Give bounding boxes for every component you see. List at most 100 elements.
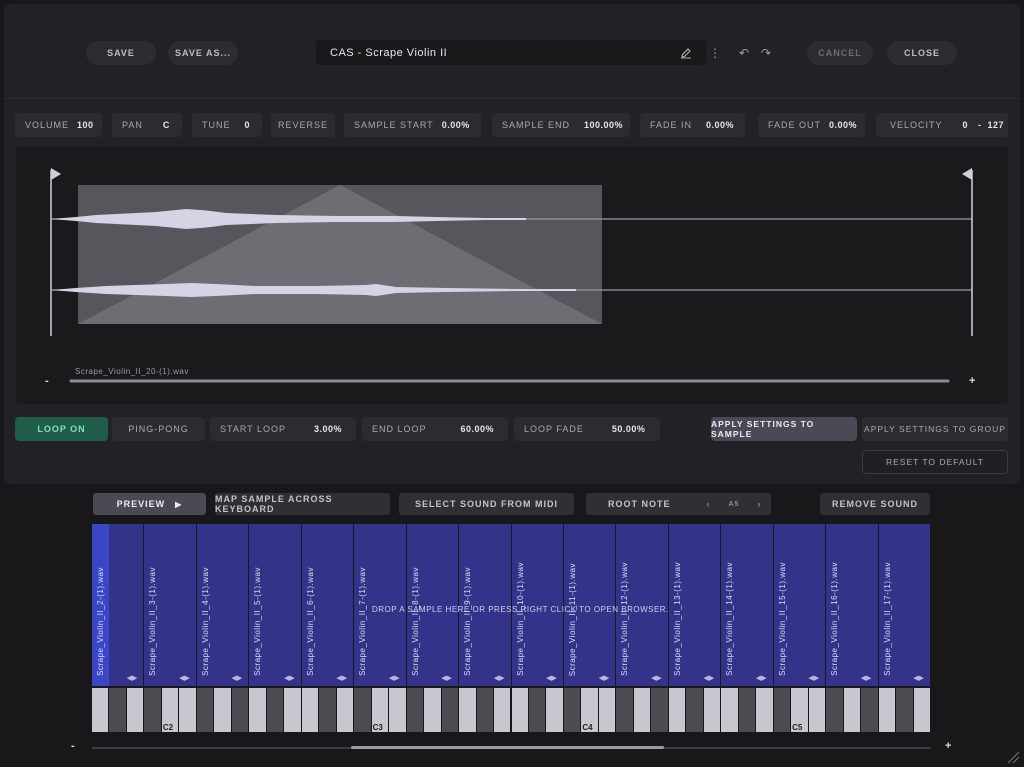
apply-settings-to-sample-button[interactable]: APPLY SETTINGS TO SAMPLE — [711, 417, 857, 441]
zone-resize-arrows-icon[interactable]: ◀▶ — [336, 674, 347, 682]
piano-black-key[interactable] — [826, 688, 843, 732]
piano-white-key[interactable] — [703, 688, 721, 732]
root-note-control[interactable]: ROOT NOTE ‹ A5 › — [586, 493, 771, 515]
save-button[interactable]: SAVE — [86, 41, 156, 65]
piano-black-key[interactable] — [686, 688, 703, 732]
reverse-toggle[interactable]: REVERSE — [271, 113, 335, 137]
zone-resize-arrows-icon[interactable]: ◀▶ — [756, 674, 767, 682]
zone-resize-arrows-icon[interactable]: ◀▶ — [808, 674, 819, 682]
close-button[interactable]: CLOSE — [887, 41, 957, 65]
zone-resize-arrows-icon[interactable]: ◀▶ — [599, 674, 610, 682]
redo-icon[interactable]: ↷ — [758, 45, 774, 61]
piano-black-key[interactable] — [616, 688, 633, 732]
map-across-keyboard-button[interactable]: MAP SAMPLE ACROSS KEYBOARD — [215, 493, 390, 515]
piano-white-key[interactable] — [546, 688, 563, 732]
root-note-next-icon[interactable]: › — [757, 499, 761, 509]
sample-zone[interactable]: Scrape_Violin_II_13-(1).wav ◀▶ — [668, 524, 721, 686]
piano-white-key[interactable] — [721, 688, 738, 732]
preview-button[interactable]: PREVIEW ▶ — [93, 493, 206, 515]
zone-resize-arrows-icon[interactable]: ◀▶ — [127, 674, 138, 682]
piano-black-key[interactable] — [563, 688, 581, 732]
zone-resize-arrows-icon[interactable]: ◀▶ — [494, 674, 505, 682]
undo-icon[interactable]: ↶ — [736, 45, 752, 61]
sample-zone[interactable]: Scrape_Violin_II_2-(1).wav ◀▶ — [92, 524, 144, 686]
zone-resize-arrows-icon[interactable]: ◀▶ — [913, 674, 924, 682]
sample-zone[interactable]: Scrape_Violin_II_5-(1).wav ◀▶ — [249, 524, 301, 686]
piano-white-key[interactable] — [913, 688, 930, 732]
edit-pencil-icon[interactable] — [678, 45, 694, 61]
piano-white-key[interactable] — [179, 688, 196, 732]
piano-black-key[interactable] — [266, 688, 284, 732]
end-loop-control[interactable]: END LOOP 60.00% — [362, 417, 508, 441]
piano-white-key[interactable] — [92, 688, 109, 732]
sample-zone[interactable]: Scrape_Violin_II_3-(1).wav ◀▶ — [144, 524, 196, 686]
piano-black-key[interactable] — [476, 688, 493, 732]
piano-black-key[interactable] — [441, 688, 459, 732]
piano-black-key[interactable] — [861, 688, 878, 732]
save-as-button[interactable]: SAVE AS... — [168, 41, 238, 65]
keyboard-scrollbar-thumb[interactable] — [351, 746, 664, 749]
piano-black-key[interactable] — [354, 688, 371, 732]
instrument-name-field[interactable]: CAS - Scrape Violin II — [316, 40, 706, 65]
root-note-prev-icon[interactable]: ‹ — [707, 499, 711, 509]
piano-white-key[interactable] — [598, 688, 616, 732]
cancel-button[interactable]: CANCEL — [807, 41, 873, 65]
sample-zone[interactable]: Scrape_Violin_II_17-(1).wav ◀▶ — [878, 524, 930, 686]
sample-zone[interactable]: Scrape_Violin_II_6-(1).wav ◀▶ — [301, 524, 354, 686]
piano-white-key[interactable] — [511, 688, 528, 732]
velocity-control[interactable]: VELOCITY 0-127 — [876, 113, 1008, 137]
fade-out-control[interactable]: FADE OUT 0.00% — [758, 113, 865, 137]
waveform-zoom-in[interactable]: + — [969, 375, 975, 387]
piano-black-key[interactable] — [651, 688, 668, 732]
select-sound-from-midi-button[interactable]: SELECT SOUND FROM MIDI — [399, 493, 574, 515]
piano-black-key[interactable] — [231, 688, 249, 732]
piano-black-key[interactable] — [406, 688, 424, 732]
sample-zone[interactable]: Scrape_Violin_II_16-(1).wav ◀▶ — [826, 524, 878, 686]
piano-white-key[interactable] — [336, 688, 354, 732]
zone-resize-arrows-icon[interactable]: ◀▶ — [284, 674, 295, 682]
piano-black-key[interactable] — [528, 688, 546, 732]
zone-resize-arrows-icon[interactable]: ◀▶ — [703, 674, 714, 682]
piano-black-key[interactable] — [896, 688, 913, 732]
waveform-zoom-out[interactable]: - — [45, 375, 49, 387]
sample-end-control[interactable]: SAMPLE END 100.00% — [492, 113, 630, 137]
keyboard-zoom-out[interactable]: - — [71, 740, 75, 752]
piano-black-key[interactable] — [196, 688, 214, 732]
zone-resize-arrows-icon[interactable]: ◀▶ — [546, 674, 557, 682]
piano-white-key[interactable] — [249, 688, 266, 732]
sample-zone[interactable]: Scrape_Violin_II_15-(1).wav ◀▶ — [773, 524, 826, 686]
piano-white-key[interactable] — [459, 688, 476, 732]
sample-start-control[interactable]: SAMPLE START 0.00% — [344, 113, 481, 137]
zone-resize-arrows-icon[interactable]: ◀▶ — [441, 674, 452, 682]
resize-grip-icon[interactable] — [1006, 750, 1020, 764]
reset-to-default-button[interactable]: RESET TO DEFAULT — [862, 450, 1008, 474]
piano-white-key[interactable] — [843, 688, 861, 732]
piano-black-key[interactable] — [144, 688, 161, 732]
start-loop-control[interactable]: START LOOP 3.00% — [210, 417, 356, 441]
remove-sound-button[interactable]: REMOVE SOUND — [820, 493, 930, 515]
keyboard-mapping-area[interactable]: Scrape_Violin_II_2-(1).wav ◀▶ Scrape_Violi… — [92, 524, 931, 734]
zone-resize-arrows-icon[interactable]: ◀▶ — [179, 674, 190, 682]
sample-zone[interactable]: Scrape_Violin_II_14-(1).wav ◀▶ — [721, 524, 773, 686]
zone-resize-arrows-icon[interactable]: ◀▶ — [389, 674, 400, 682]
piano-black-key[interactable] — [773, 688, 791, 732]
zone-resize-arrows-icon[interactable]: ◀▶ — [232, 674, 243, 682]
piano-white-key[interactable] — [756, 688, 773, 732]
piano-white-key[interactable] — [878, 688, 896, 732]
piano-white-key[interactable] — [424, 688, 441, 732]
keyboard-zoom-in[interactable]: + — [945, 740, 951, 752]
loop-fade-control[interactable]: LOOP FADE 50.00% — [514, 417, 660, 441]
piano-white-key[interactable] — [494, 688, 511, 732]
apply-settings-to-group-button[interactable]: APPLY SETTINGS TO GROUP — [862, 417, 1008, 441]
pan-control[interactable]: PAN C — [112, 113, 182, 137]
piano-white-key[interactable] — [668, 688, 686, 732]
volume-control[interactable]: VOLUME 100 — [15, 113, 102, 137]
piano-white-key[interactable] — [389, 688, 406, 732]
fade-in-control[interactable]: FADE IN 0.00% — [640, 113, 745, 137]
piano-black-key[interactable] — [319, 688, 336, 732]
piano-white-key[interactable] — [301, 688, 319, 732]
piano-white-key[interactable] — [808, 688, 826, 732]
loop-on-toggle[interactable]: LOOP ON — [15, 417, 108, 441]
waveform-display[interactable] — [16, 146, 1008, 404]
piano-black-key[interactable] — [738, 688, 756, 732]
